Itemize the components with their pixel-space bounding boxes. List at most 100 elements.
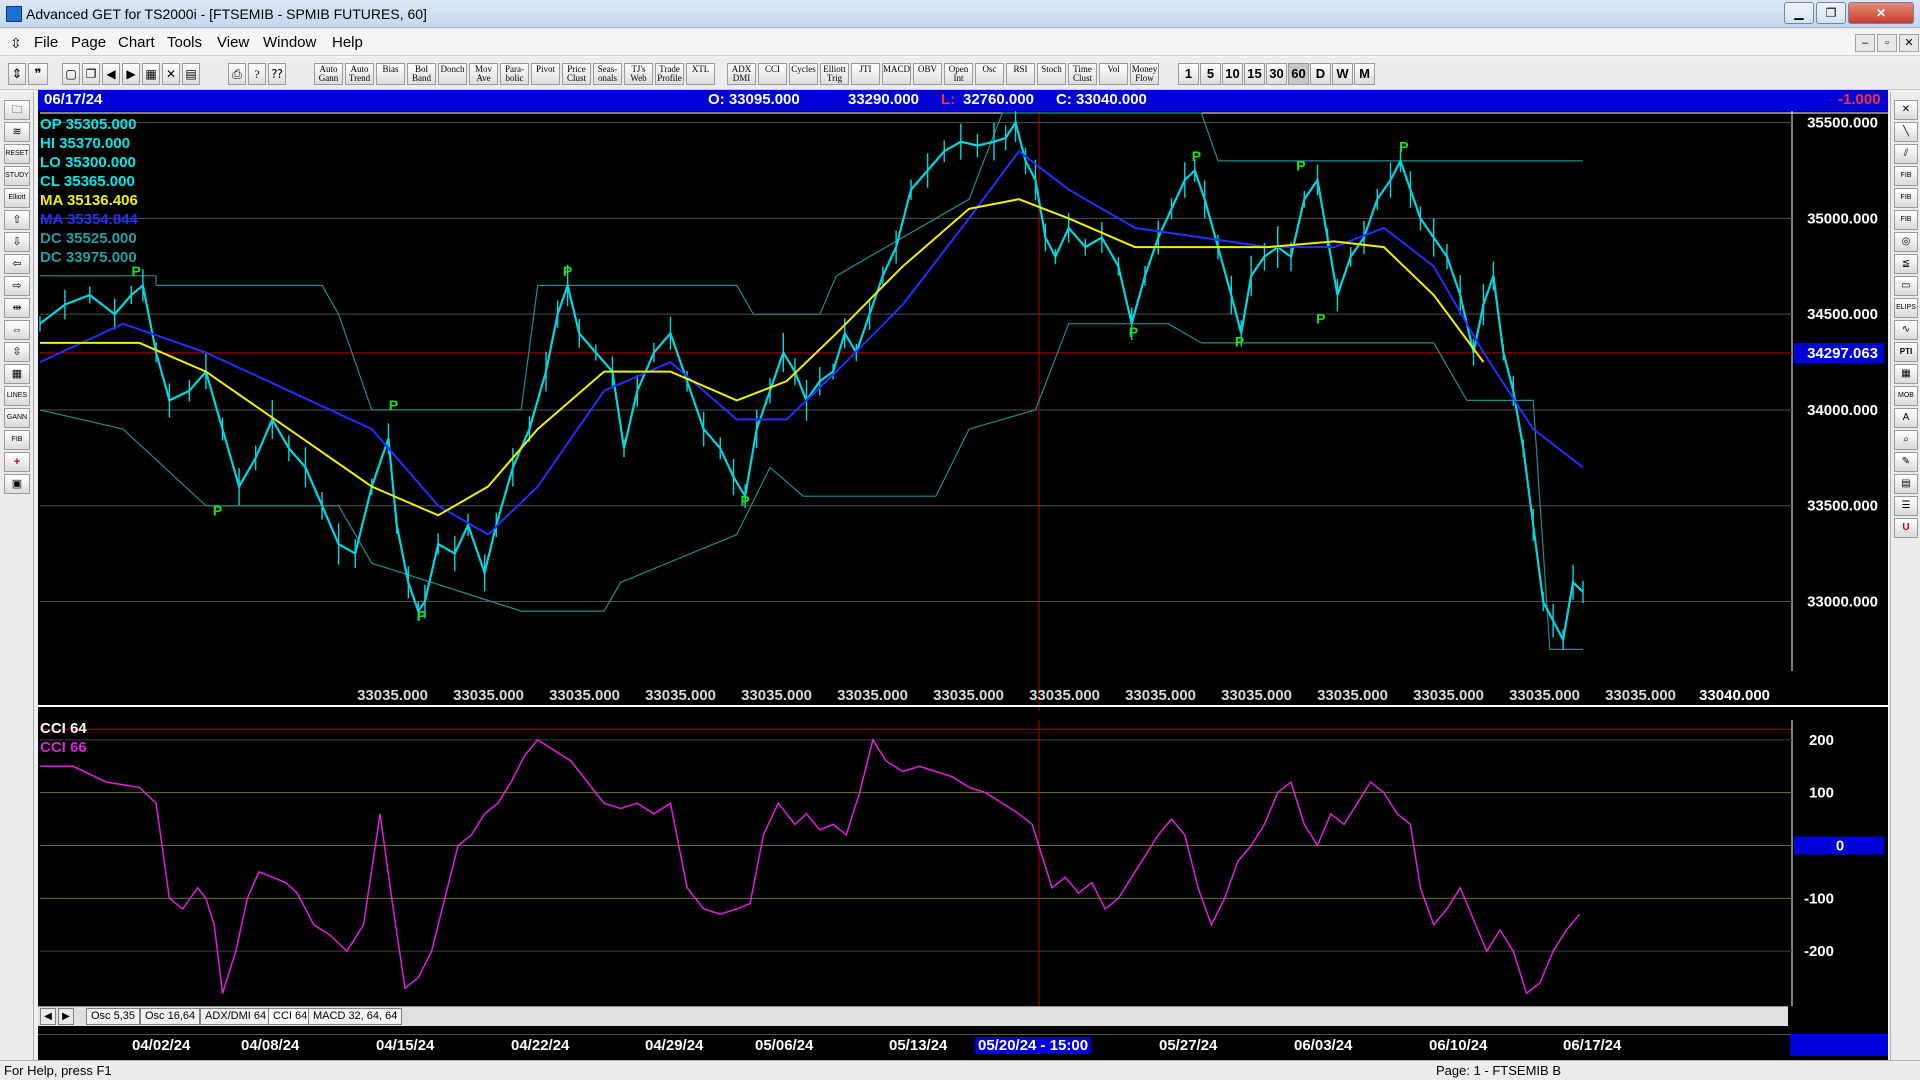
mdi-restore-button[interactable]: ▫ [1877,34,1897,52]
menu-chart[interactable]: Chart [118,34,155,51]
interval-1-button[interactable]: 1 [1178,63,1199,85]
study-button-elliott-trig[interactable]: Elliott Trig [820,63,849,85]
study-button-stoch[interactable]: Stoch [1037,63,1066,85]
text-icon[interactable]: A [1894,408,1918,428]
chart-window[interactable]: 06/17/24 O: 33095.000 33290.000 L: 32760… [38,90,1888,1060]
document-icon[interactable]: ⇳ [10,35,22,52]
study-button-vol[interactable]: Vol [1099,63,1128,85]
context-help-icon[interactable]: ⁇ [268,63,286,85]
elliott-icon[interactable]: Elliott [4,188,30,208]
tab-adx-dmi-64[interactable]: ADX/DMI 64 [200,1008,272,1025]
interval-60-button[interactable]: 60 [1288,63,1309,85]
menu-window[interactable]: Window [263,34,316,51]
study-button-time-clust[interactable]: Time Clust [1068,63,1097,85]
fib-icon[interactable]: FIB [4,430,30,450]
delete-icon[interactable]: ✕ [162,63,180,85]
study-button-donch[interactable]: Donch [438,63,467,85]
grid-icon[interactable]: ▦ [142,63,160,85]
study-button-bias[interactable]: Bias [376,63,405,85]
help-icon[interactable]: ? [248,63,266,85]
fan-icon[interactable]: ≦ [1894,254,1918,274]
fib-ext-icon[interactable]: FIB [1894,188,1918,208]
close-button[interactable]: ✕ [1848,2,1914,24]
wave-icon[interactable]: ∿ [1894,320,1918,340]
arrow-left-icon[interactable]: ⇦ [4,254,30,274]
interval-15-button[interactable]: 15 [1244,63,1265,85]
arrow-down-icon[interactable]: ⇩ [4,232,30,252]
minimize-button[interactable]: ▁ [1784,2,1814,24]
mdi-close-button[interactable]: ✕ [1899,34,1919,52]
bar-expand-icon[interactable]: ⇹ [4,298,30,318]
interval-m-button[interactable]: M [1354,63,1375,85]
tab-scroll-left-icon[interactable]: ◀ [40,1008,56,1025]
quote-icon[interactable]: ❞ [28,63,48,85]
channel-icon[interactable]: ▭ [1894,276,1918,296]
ellipse-icon[interactable]: ELIPS [1894,298,1918,318]
tab-osc-5-35[interactable]: Osc 5,35 [86,1008,141,1025]
study-button-rsi[interactable]: RSI [1006,63,1035,85]
fib-time-icon[interactable]: FIB [1894,210,1918,230]
arrow-right-icon[interactable]: ⇨ [4,276,30,296]
vertical-zoom-icon[interactable]: ⇳ [4,342,30,362]
interval-30-button[interactable]: 30 [1266,63,1287,85]
circle-icon[interactable]: ◎ [1894,232,1918,252]
study-button-cci[interactable]: CCI [758,63,787,85]
reset-icon[interactable]: RESET [4,144,30,164]
interval-5-button[interactable]: 5 [1200,63,1221,85]
arrow-up-icon[interactable]: ⇧ [4,210,30,230]
table-icon[interactable]: ▦ [4,364,30,384]
menu-view[interactable]: View [217,34,249,51]
study-button-tj-s-web[interactable]: TJ's Web [624,63,653,85]
trendline-icon[interactable]: ╲ [1894,122,1918,142]
study-button-price-clust[interactable]: Price Clust [562,63,591,85]
study-button-obv[interactable]: OBV [913,63,942,85]
study-button-jti[interactable]: JTI [851,63,880,85]
tab-scroll-right-icon[interactable]: ▶ [58,1008,74,1025]
menu-file[interactable]: File [34,34,58,51]
study-button-adx-dmi[interactable]: ADX DMI [727,63,756,85]
crosshair-icon[interactable]: + [4,452,30,472]
study-button-trade-profile[interactable]: Trade Profile [655,63,684,85]
study-button-osc[interactable]: Osc [975,63,1004,85]
tab-osc-16-64[interactable]: Osc 16,64 [140,1008,201,1025]
price-chart[interactable]: 33000.000 33500.000 34000.000 34500.000 3500… [38,111,1888,711]
study-button-seas-onals[interactable]: Seas-onals [593,63,622,85]
paint-icon[interactable]: ✎ [1894,452,1918,472]
study-button-open-int[interactable]: Open Int [944,63,973,85]
study-button-macd[interactable]: MACD [882,63,911,85]
cross-tool-icon[interactable]: ✕ [1894,100,1918,120]
mob-icon[interactable]: MOB [1894,386,1918,406]
list-icon[interactable]: ☰ [1894,496,1918,516]
menu-help[interactable]: Help [332,34,363,51]
gann-icon[interactable]: GANN [4,408,30,428]
magnify-icon[interactable]: ⌕ [1894,430,1918,450]
back-icon[interactable]: ◀ [102,63,120,85]
lines-icon[interactable]: LINES [4,386,30,406]
study-button-pivot[interactable]: Pivot [531,63,560,85]
study-button-para-bolic[interactable]: Para-bolic [500,63,529,85]
layout-icon[interactable]: ▤ [182,63,200,85]
pointer-icon[interactable]: ⇕ [8,63,26,85]
study-button-auto-trend[interactable]: Auto Trend [345,63,374,85]
horizontal-zoom-icon[interactable]: ⇔ [4,320,30,340]
cci-chart[interactable]: 200 100 0 -100 -200 [38,720,1888,1006]
folder-icon[interactable]: 🗀 [4,100,30,120]
print-icon[interactable]: ⎙ [228,63,246,85]
study-button-money-flow[interactable]: Money Flow [1130,63,1159,85]
menu-page[interactable]: Page [71,34,106,51]
tab-macd[interactable]: MACD 32, 64, 64 [308,1008,403,1025]
study-button-bol-band[interactable]: Bol Band [407,63,436,85]
zigzag-icon[interactable]: ≋ [4,122,30,142]
pti-icon[interactable]: PTI [1894,342,1918,362]
study-button-xtl[interactable]: XTL [686,63,715,85]
interval-10-button[interactable]: 10 [1222,63,1243,85]
study-icon[interactable]: STUDY [4,166,30,186]
undo-magnet-icon[interactable]: U [1894,518,1918,538]
tab-cci-64[interactable]: CCI 64 [268,1008,313,1025]
properties-icon[interactable]: ▣ [4,474,30,494]
study-button-mov-ave[interactable]: Mov Ave [469,63,498,85]
copy-icon[interactable]: ❐ [82,63,100,85]
interval-d-button[interactable]: D [1310,63,1331,85]
mdi-minimize-button[interactable]: – [1855,34,1875,52]
fib-ret-icon[interactable]: FIB [1894,166,1918,186]
